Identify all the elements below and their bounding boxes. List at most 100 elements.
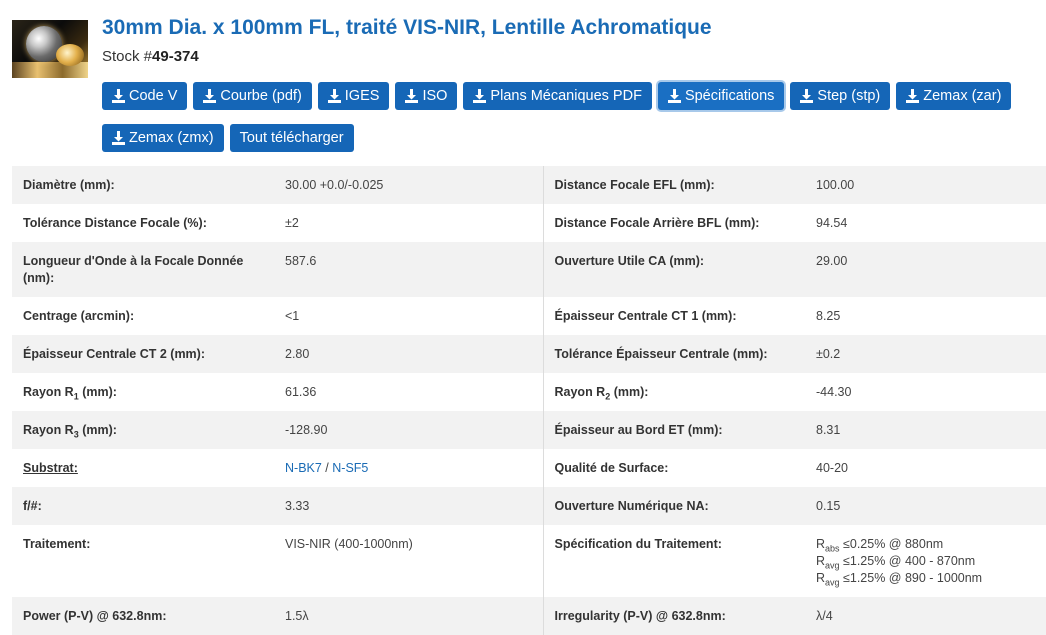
spec-label: Power (P-V) @ 632.8nm: [12, 597, 274, 635]
spec-value: -44.30 [816, 385, 852, 399]
spec-label: Tolérance Épaisseur Centrale (mm): [542, 335, 805, 373]
spec-value: -128.90 [274, 411, 543, 449]
download-icon [473, 89, 487, 103]
spec-value: VIS-NIR (400-1000nm) [285, 537, 413, 551]
spec-label: Substrat: [12, 449, 274, 487]
button-label: Zemax (zmx) [129, 130, 214, 146]
button-label: Zemax (zar) [923, 88, 1002, 104]
table-row: Épaisseur Centrale CT 2 (mm): 2.80 Tolér… [12, 335, 1046, 373]
table-row: Rayon R3 (mm): -128.90 Épaisseur au Bord… [12, 411, 1046, 449]
coating-text: ≤1.25% @ 890 - 1000nm [839, 571, 983, 585]
spec-label: Épaisseur au Bord ET (mm): [542, 411, 805, 449]
spec-value: <1 [285, 309, 300, 323]
button-label: Spécifications [684, 88, 775, 104]
download-iges-button[interactable]: IGES [317, 82, 390, 110]
spec-label: Rayon R1 (mm): [12, 373, 274, 411]
spec-value: 2.80 [274, 335, 543, 373]
spec-value: 100.00 [805, 166, 1046, 204]
stock-value: 49-374 [152, 48, 199, 65]
download-icon [667, 89, 681, 103]
spec-label: Épaisseur Centrale CT 2 (mm): [12, 335, 274, 373]
coating-symbol: R [816, 571, 826, 585]
download-specifications-button[interactable]: Spécifications [657, 82, 785, 110]
coating-spec-line: Rabs ≤0.25% @ 880nm [816, 536, 1036, 553]
download-zemax-zar-button[interactable]: Zemax (zar) [896, 82, 1012, 110]
spec-value: 30.00 +0.0/-0.025 [274, 166, 543, 204]
download-icon [800, 89, 814, 103]
stock-number: Stock #49-374 [102, 48, 199, 65]
coating-subscript: avg [825, 577, 840, 588]
substrate-separator: / [321, 461, 333, 475]
spec-value: 94.54 [816, 216, 848, 230]
spec-label: Centrage (arcmin): [23, 309, 135, 323]
download-icon [203, 89, 217, 103]
spec-label: Irregularity (P-V) @ 632.8nm: [542, 597, 805, 635]
spec-label: Traitement: [23, 537, 91, 551]
coating-symbol: R [816, 537, 826, 551]
spec-value: N-BK7 / N-SF5 [274, 449, 543, 487]
specifications-table: Diamètre (mm): 30.00 +0.0/-0.025 Distanc… [12, 166, 1046, 635]
spec-value: 8.31 [805, 411, 1046, 449]
coating-text: ≤1.25% @ 400 - 870nm [839, 554, 976, 568]
spec-label: Distance Focale EFL (mm): [542, 166, 805, 204]
label-text: (mm): [78, 385, 117, 399]
download-step-button[interactable]: Step (stp) [790, 82, 891, 110]
thumbnail-lens-small [56, 44, 84, 66]
download-plans-mecaniques-button[interactable]: Plans Mécaniques PDF [463, 82, 652, 110]
spec-label: Rayon R2 (mm): [542, 373, 805, 411]
download-code-v-button[interactable]: Code V [102, 82, 188, 110]
spec-value: 8.25 [816, 309, 841, 323]
n-bk7-link[interactable]: N-BK7 [285, 461, 322, 475]
download-iso-button[interactable]: ISO [395, 82, 458, 110]
spec-label: Spécification du Traitement: [542, 525, 805, 597]
spec-label: Ouverture Utile CA (mm): [542, 242, 805, 297]
label-text: (mm): [610, 385, 649, 399]
table-row: Substrat: N-BK7 / N-SF5 Qualité de Surfa… [12, 449, 1046, 487]
button-label: Courbe (pdf) [220, 88, 302, 104]
button-label: Step (stp) [817, 88, 881, 104]
spec-label: Rayon R3 (mm): [12, 411, 274, 449]
download-courbe-pdf-button[interactable]: Courbe (pdf) [193, 82, 312, 110]
button-label: IGES [344, 88, 380, 104]
table-row: Centrage (arcmin): <1 Épaisseur Centrale… [12, 297, 1046, 335]
spec-value: λ/4 [805, 597, 1046, 635]
spec-value: 40-20 [816, 461, 848, 475]
coating-symbol: R [816, 554, 826, 568]
stock-prefix: Stock # [102, 48, 153, 65]
label-text: Rayon R [23, 423, 74, 437]
spec-value: 3.33 [274, 487, 543, 525]
table-row: Longueur d'Onde à la Focale Donnée (nm):… [12, 242, 1046, 297]
spec-value: 61.36 [285, 385, 317, 399]
spec-label: Tolérance Distance Focale (%): [23, 216, 207, 230]
spec-value: 1.5λ [274, 597, 543, 635]
download-zemax-zmx-button[interactable]: Zemax (zmx) [102, 124, 224, 152]
spec-label: f/#: [12, 487, 274, 525]
download-icon [112, 89, 125, 103]
substrat-link[interactable]: Substrat: [23, 461, 78, 475]
spec-label: Distance Focale Arrière BFL (mm): [542, 204, 805, 242]
table-row: Tolérance Distance Focale (%): ±2 Distan… [12, 204, 1046, 242]
product-thumbnail[interactable] [12, 20, 88, 78]
download-icon [405, 89, 419, 103]
download-buttons: Code V Courbe (pdf) IGES ISO Plans Mécan… [102, 82, 1032, 166]
label-text: (mm): [78, 423, 117, 437]
button-label: Code V [129, 88, 178, 104]
coating-text: ≤0.25% @ 880nm [839, 537, 944, 551]
n-sf5-link[interactable]: N-SF5 [332, 461, 368, 475]
spec-label: Qualité de Surface: [542, 449, 805, 487]
product-header: 30mm Dia. x 100mm FL, traité VIS-NIR, Le… [12, 14, 1042, 84]
spec-value: ±0.2 [805, 335, 1046, 373]
download-row-2: Zemax (zmx) Tout télécharger [102, 124, 1032, 152]
spec-value: ±2 [285, 216, 299, 230]
spec-label: Épaisseur Centrale CT 1 (mm): [542, 297, 805, 335]
download-icon [112, 131, 125, 145]
product-title: 30mm Dia. x 100mm FL, traité VIS-NIR, Le… [102, 16, 712, 39]
download-icon [906, 89, 920, 103]
spec-label: Diamètre (mm): [12, 166, 274, 204]
button-label: ISO [422, 88, 448, 104]
spec-value: 587.6 [274, 242, 543, 297]
download-all-button[interactable]: Tout télécharger [229, 124, 354, 152]
coating-spec-line: Ravg ≤1.25% @ 890 - 1000nm [816, 570, 1036, 587]
table-row: f/#: 3.33 Ouverture Numérique NA: 0.15 [12, 487, 1046, 525]
download-row-1: Code V Courbe (pdf) IGES ISO Plans Mécan… [102, 82, 1032, 110]
